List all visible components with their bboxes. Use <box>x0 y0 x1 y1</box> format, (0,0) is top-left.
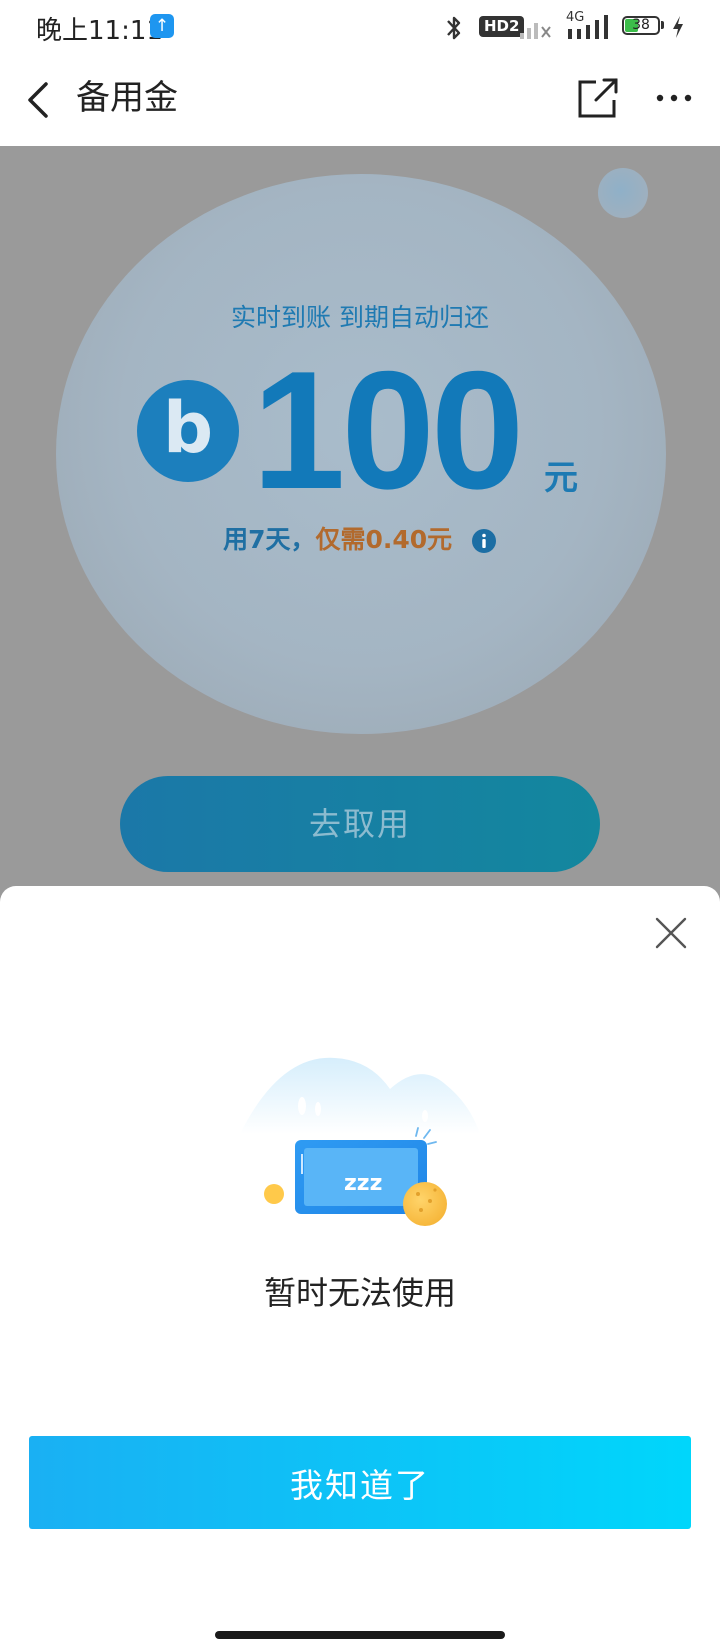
fee-cost: 仅需0.40元 <box>315 525 453 554</box>
hero-section: 实时到账 到期自动归还 b 100 元 用7天，仅需0.40元 去取用 <box>0 146 720 886</box>
fee-line: 用7天，仅需0.40元 <box>0 520 720 556</box>
amount-unit: 元 <box>544 458 578 498</box>
hero-subtitle: 实时到账 到期自动归还 <box>231 303 489 332</box>
withdraw-button[interactable]: 去取用 <box>120 776 600 872</box>
unavailable-message: 暂时无法使用 <box>263 1274 456 1312</box>
chevron-left-icon[interactable] <box>24 76 54 124</box>
battery-icon: 38 <box>622 16 660 35</box>
info-icon[interactable] <box>471 528 497 554</box>
page-title: 备用金 <box>76 78 178 118</box>
home-indicator[interactable] <box>215 1631 505 1639</box>
hd-badge: HD2 <box>479 16 525 37</box>
sleeping-card-illustration: zzz <box>240 1057 480 1226</box>
small-bubble-decoration <box>598 168 648 218</box>
more-dots-icon[interactable] <box>656 90 692 106</box>
status-time: 晚上11:11 <box>36 16 163 46</box>
close-icon[interactable] <box>654 916 688 950</box>
bottom-sheet: zzz 暂时无法使用 我知道了 <box>0 886 720 1650</box>
brand-logo-icon: b <box>137 380 239 482</box>
upload-arrow-icon: ↑ <box>150 14 174 38</box>
bluetooth-icon <box>447 16 461 40</box>
illustration-zzz: zzz <box>344 1171 382 1196</box>
confirm-button[interactable]: 我知道了 <box>29 1436 691 1529</box>
share-icon[interactable] <box>576 76 620 120</box>
battery-level: 38 <box>632 17 650 33</box>
withdraw-button-label: 去取用 <box>308 805 411 843</box>
credit-amount: 100 <box>252 336 524 524</box>
nav-bar: 备用金 <box>0 54 720 146</box>
brand-logo-letter: b <box>162 387 214 469</box>
lightning-icon <box>673 16 683 38</box>
fee-prefix: 用7天， <box>223 525 316 554</box>
signal-strong-icon <box>568 15 608 39</box>
status-bar: 晚上11:11 ↑ HD2 4G 38 <box>0 0 720 54</box>
signal-weak-icon <box>520 23 551 39</box>
